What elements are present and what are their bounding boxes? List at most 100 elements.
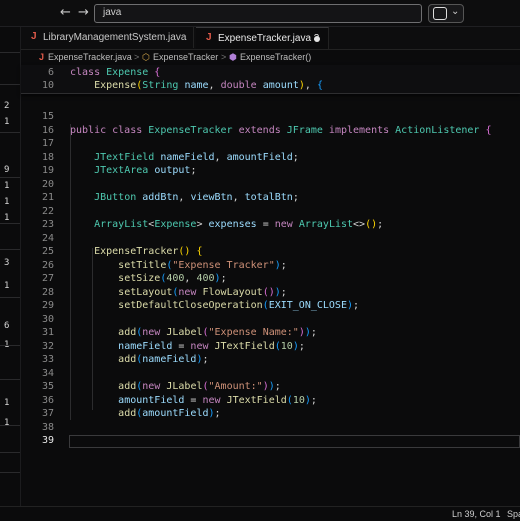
code-line[interactable]: 25 ExpenseTracker() {: [21, 246, 520, 259]
code-line[interactable]: 22: [21, 206, 520, 219]
code-line[interactable]: 34: [21, 368, 520, 381]
code-line[interactable]: 18 JTextField nameField, amountField;: [21, 152, 520, 165]
code-text: add(new JLabel("Expense Name:"));: [70, 327, 317, 338]
code-line[interactable]: 38: [21, 422, 520, 435]
code-line[interactable]: 24: [21, 233, 520, 246]
code-token: totalBtn: [244, 192, 293, 203]
code-token: new: [142, 327, 167, 338]
line-number: 25: [41, 246, 54, 257]
cursor-position[interactable]: Ln 39, Col 1: [452, 509, 501, 519]
code-line[interactable]: 16 public class ExpenseTracker extends JF…: [21, 125, 520, 138]
code-text: JTextField nameField, amountField;: [70, 152, 299, 163]
code-token: "Amount:": [208, 381, 263, 392]
search-input[interactable]: java: [103, 7, 121, 18]
code-line[interactable]: 21 JButton addBtn, viewBtn, totalBtn;: [21, 192, 520, 205]
code-token: ;: [280, 286, 287, 298]
code-token: JTextArea: [94, 165, 155, 176]
forward-arrow-icon[interactable]: →: [78, 5, 89, 20]
change-count: 3: [4, 258, 10, 268]
code-line[interactable]: 19 JTextArea output;: [21, 165, 520, 178]
change-count: 1: [4, 197, 10, 207]
code-text: add(new JLabel("Amount:"));: [70, 381, 281, 392]
code-text: amountField = new JTextField(10);: [70, 395, 317, 406]
back-arrow-icon[interactable]: ←: [60, 5, 71, 20]
change-count: 1: [4, 213, 10, 223]
code-text: Expense(String name, double amount), {: [70, 80, 323, 91]
code-text: setSize(400, 400);: [70, 273, 227, 284]
code-token: >: [196, 219, 209, 230]
change-count: 1: [4, 281, 10, 291]
code-token: ;: [220, 273, 227, 284]
code-line[interactable]: 23 ArrayList<Expense> expenses = new Arr…: [21, 219, 520, 232]
code-token: =: [256, 219, 275, 230]
breadcrumb-file[interactable]: ExpenseTracker.java: [48, 52, 132, 62]
class-icon: ⬡: [142, 52, 150, 62]
code-line[interactable]: 39: [21, 435, 520, 448]
code-token: addBtn: [142, 192, 179, 203]
line-number: 35: [41, 381, 54, 392]
code-text: setDefaultCloseOperation(EXIT_ON_CLOSE);: [70, 300, 359, 311]
change-count: 1: [4, 418, 10, 428]
code-line[interactable]: 10 Expense(String name, double amount), …: [21, 80, 520, 93]
strip-divider: [0, 379, 20, 380]
copilot-button[interactable]: ⌄: [428, 4, 464, 23]
code-editor[interactable]: 6 class Expense {10 Expense(String name, …: [21, 65, 520, 506]
strip-divider: [0, 132, 20, 133]
tab-library-management-system[interactable]: J LibraryManagementSystem.java: [21, 27, 194, 48]
code-line[interactable]: 26 setTitle("Expense Tracker");: [21, 260, 520, 273]
code-line[interactable]: 32 nameField = new JTextField(10);: [21, 341, 520, 354]
code-line[interactable]: 31 add(new JLabel("Expense Name:"));: [21, 327, 520, 340]
line-number: 32: [41, 340, 54, 352]
code-token: JTextField: [214, 340, 275, 352]
code-line[interactable]: 27 setSize(400, 400);: [21, 273, 520, 286]
change-count: 2: [4, 101, 10, 111]
breadcrumb-method[interactable]: ExpenseTracker(): [240, 52, 311, 62]
code-line[interactable]: 28 setLayout(new FlowLayout());: [21, 287, 520, 300]
code-token: String: [142, 80, 185, 91]
indentation-status[interactable]: Spa: [507, 509, 520, 519]
code-token: {: [154, 67, 161, 78]
line-number: 34: [41, 367, 54, 379]
change-count: 1: [4, 181, 10, 191]
code-token: nameField: [118, 340, 173, 352]
line-number: 16: [41, 124, 54, 136]
java-file-icon: J: [39, 52, 45, 62]
change-count: 6: [4, 321, 10, 331]
tab-expense-tracker[interactable]: J ExpenseTracker.java 3: [196, 27, 329, 49]
code-token: "Expense Tracker": [172, 259, 275, 271]
code-token: =: [172, 340, 191, 352]
breadcrumb-class[interactable]: ExpenseTracker: [153, 52, 218, 62]
code-token: add: [118, 354, 137, 365]
code-line[interactable]: 37 add(amountField);: [21, 408, 520, 421]
change-count: 9: [4, 165, 10, 175]
code-text: class Expense {: [70, 67, 160, 78]
code-line[interactable]: 33 add(nameField);: [21, 354, 520, 367]
code-token: JButton: [94, 192, 143, 203]
code-line[interactable]: 20: [21, 179, 520, 192]
chevron-down-icon[interactable]: ⌄: [451, 6, 459, 17]
code-line[interactable]: 30: [21, 314, 520, 327]
code-line[interactable]: 6 class Expense {: [21, 67, 520, 80]
code-token: Expense: [94, 80, 137, 91]
command-center-search[interactable]: java: [94, 4, 422, 23]
line-number: 29: [41, 300, 54, 311]
line-number: 23: [41, 219, 54, 230]
line-number: 10: [41, 80, 54, 91]
code-line[interactable]: 35 add(new JLabel("Amount:"));: [21, 381, 520, 394]
sticky-scroll[interactable]: 6 class Expense {10 Expense(String name, …: [21, 65, 520, 94]
code-line[interactable]: 15: [21, 111, 520, 124]
code-line[interactable]: 17: [21, 138, 520, 151]
code-line[interactable]: 29 setDefaultCloseOperation(EXIT_ON_CLOS…: [21, 300, 520, 313]
line-number: 17: [41, 138, 54, 149]
code-token: JTextField: [226, 394, 287, 406]
strip-divider: [0, 297, 20, 298]
indent-guide: [70, 124, 71, 420]
unsaved-dot-icon[interactable]: [314, 36, 320, 42]
line-number: 19: [41, 165, 54, 176]
code-line[interactable]: 36 amountField = new JTextField(10);: [21, 395, 520, 408]
